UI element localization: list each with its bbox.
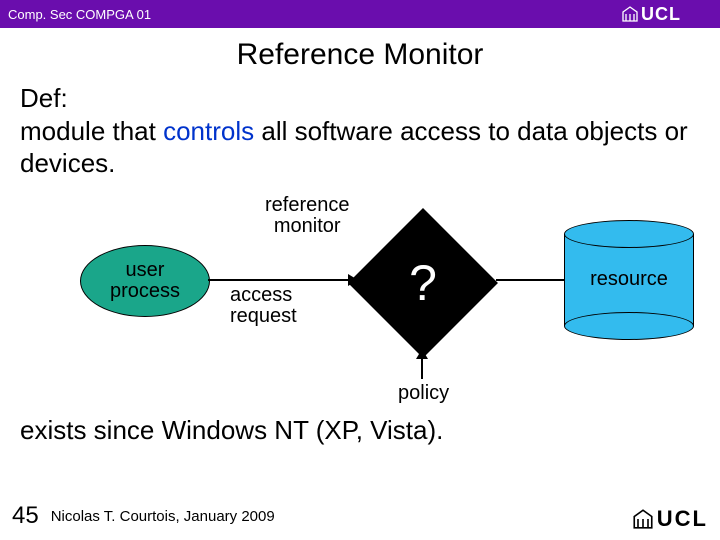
arrow-policy [421,357,423,379]
cylinder-top [564,220,694,248]
ucl-logo-bottom: UCL [633,506,708,532]
cylinder-bottom [564,312,694,340]
def-lead: Def: [20,82,700,115]
author-text: Nicolas T. Courtois, January 2009 [51,508,275,525]
page-number: 45 [12,502,39,530]
since-text: exists since Windows NT (XP, Vista). [20,415,700,446]
ref-l1: reference [265,195,350,216]
resource-node: resource [564,220,694,340]
arrow-monitor-to-resource [496,279,566,281]
ucl-text: UCL [657,506,708,532]
header-bar: Comp. Sec COMPGA 01 UCL [0,0,720,28]
question-mark: ? [348,208,498,358]
arrowhead-up-icon [416,349,428,359]
footer: 45 Nicolas T. Courtois, January 2009 [0,502,720,530]
arrow-user-to-monitor [208,279,348,281]
user-process-node: user process [80,245,210,317]
diagram: reference monitor user process access re… [10,190,710,380]
def-pre: module that [20,116,163,146]
ref-l2: monitor [265,216,350,237]
access-l2: request [230,306,297,327]
portico-icon [633,509,653,529]
def-body: module that controls all software access… [20,115,700,180]
definition-block: Def: module that controls all software a… [20,82,700,180]
policy-label: policy [398,382,449,405]
ucl-text: UCL [641,4,681,25]
resource-label: resource [564,268,694,291]
course-code: Comp. Sec COMPGA 01 [8,7,151,22]
reference-monitor-label: reference monitor [265,195,350,237]
user-l1: user [126,260,165,281]
def-controls: controls [163,116,254,146]
access-l1: access [230,285,297,306]
slide-title: Reference Monitor [0,38,720,72]
ucl-logo-top: UCL [622,2,712,26]
portico-icon [622,6,638,22]
access-request-label: access request [230,285,297,327]
user-l2: process [110,281,180,302]
decision-node: ? [348,208,498,358]
